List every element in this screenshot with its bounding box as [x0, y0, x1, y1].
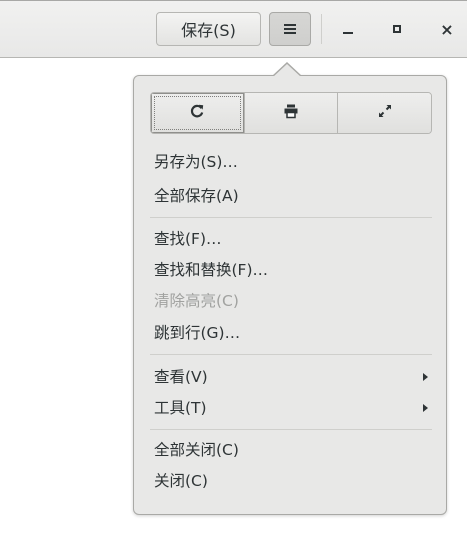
save-button[interactable]: 保存(S) [156, 12, 261, 46]
menu-item-clear-highlight: 清除高亮(C) [154, 292, 239, 310]
header-separator [321, 14, 322, 44]
menu-item-find-replace[interactable]: 查找和替换(F)… [154, 256, 434, 284]
print-icon [283, 103, 299, 123]
menu-item-tools[interactable]: 工具(T) [154, 394, 434, 422]
menu-item-view-label: 查看(V) [154, 368, 208, 386]
header-bar: 保存(S) × [0, 0, 467, 58]
menu-item-close-all[interactable]: 全部关闭(C) [154, 436, 434, 464]
popover-arrow-fill [273, 64, 301, 77]
menu-item-find[interactable]: 查找(F)… [154, 225, 434, 253]
menu-item-save-as[interactable]: 另存为(S)… [154, 148, 434, 176]
print-button[interactable] [243, 93, 338, 133]
close-icon: × [440, 19, 454, 39]
fullscreen-button[interactable] [337, 93, 431, 133]
maximize-icon [391, 20, 403, 39]
submenu-arrow-icon [423, 404, 428, 412]
menu-item-tools-label: 工具(T) [154, 399, 207, 417]
reload-button[interactable] [151, 93, 244, 133]
minimize-icon [342, 20, 354, 39]
app-menu-popover: 另存为(S)… 全部保存(A) 查找(F)… 查找和替换(F)… 清除高亮(C)… [133, 75, 447, 515]
popover-icon-toolbar [150, 92, 432, 134]
menu-item-view[interactable]: 查看(V) [154, 363, 434, 391]
menu-button[interactable] [269, 12, 311, 46]
menu-item-close[interactable]: 关闭(C) [154, 467, 434, 495]
fullscreen-icon [377, 103, 393, 123]
menu-separator [150, 354, 432, 355]
reload-icon [189, 103, 205, 123]
menu-separator [150, 429, 432, 430]
close-button[interactable]: × [436, 17, 458, 41]
menu-item-goto-line[interactable]: 跳到行(G)… [154, 319, 434, 347]
menu-separator [150, 217, 432, 218]
minimize-button[interactable] [337, 17, 359, 41]
hamburger-icon [283, 20, 297, 39]
maximize-button[interactable] [386, 17, 408, 41]
menu-item-save-all[interactable]: 全部保存(A) [154, 182, 434, 210]
submenu-arrow-icon [423, 373, 428, 381]
